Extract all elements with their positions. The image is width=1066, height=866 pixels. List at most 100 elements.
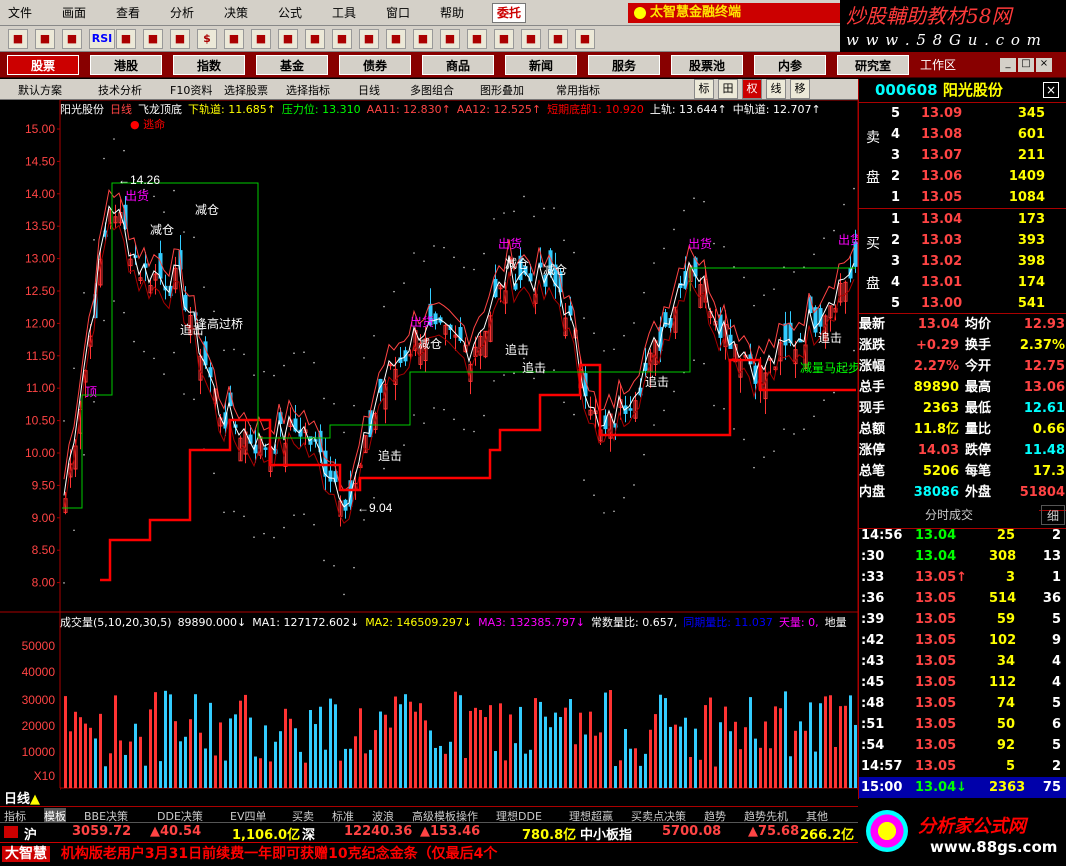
subbar-5[interactable]: 日线 [358,82,380,98]
entrust-button[interactable]: 委托 [492,3,526,23]
trade-row-10[interactable]: :54 13.05 92 5 [859,735,1066,756]
stat-row-6[interactable]: 涨停 14.03 跌停 11.48 [859,440,1066,461]
buy-row-4[interactable]: 5 13.00 541 [859,293,1066,314]
book2-icon[interactable]: ■ [521,29,541,49]
subbar-8[interactable]: 常用指标 [556,82,600,98]
ruler-icon[interactable]: ■ [170,29,190,49]
ticker-text[interactable]: 机构版老用户3月31日前续费一年即可获赠10克纪念金条（仅最后4个 [61,846,497,862]
stat-row-4[interactable]: 现手 2363 最低 12.61 [859,398,1066,419]
trade-row-0[interactable]: 14:56 13.04 25 2 [859,525,1066,546]
sell-row-2[interactable]: 3 13.07 211 [859,145,1066,166]
toggle-2[interactable]: 权 [742,79,762,99]
cd-icon[interactable]: ■ [413,29,433,49]
nav-10[interactable]: 研究室 [837,55,909,75]
dollar-icon[interactable]: $ [197,29,217,49]
stat-row-5[interactable]: 总额 11.8亿 量比 0.66 [859,419,1066,440]
nav-6[interactable]: 新闻 [505,55,577,75]
nav-5[interactable]: 商品 [422,55,494,75]
menu-8[interactable]: 帮助 [440,4,464,21]
open-icon[interactable]: ■ [8,29,28,49]
stat-row-2[interactable]: 涨幅 2.27% 今开 12.75 [859,356,1066,377]
sell-row-4[interactable]: 1 13.05 1084 [859,187,1066,208]
nav-7[interactable]: 服务 [588,55,660,75]
toggle-0[interactable]: 标 [694,79,714,99]
calc-icon[interactable]: ■ [305,29,325,49]
subbar-2[interactable]: F10资料 [170,82,212,98]
menu-4[interactable]: 决策 [224,4,248,21]
menu-0[interactable]: 文件 [8,4,32,21]
nav-0[interactable]: 股票 [7,55,79,75]
subbar-3[interactable]: 选择股票 [224,82,268,98]
buy-row-3[interactable]: 4 13.01 174 [859,272,1066,293]
alarm-icon[interactable]: ■ [359,29,379,49]
trade-row-11[interactable]: 14:57 13.05 5 2 [859,756,1066,777]
menu-2[interactable]: 查看 [116,4,140,21]
period-label[interactable]: 日线▲ [0,788,60,807]
table-icon[interactable]: ■ [116,29,136,49]
sell-row-0[interactable]: 5 13.09 345 [859,103,1066,124]
trade-row-5[interactable]: :42 13.05 102 9 [859,630,1066,651]
stat-row-0[interactable]: 最新 13.04 均价 12.93 [859,314,1066,335]
nav-1[interactable]: 港股 [90,55,162,75]
kline-chart[interactable]: 15.00 14.50 14.00 13.50 13.00 12.50 12.00 11.50… [0,100,858,790]
menu-1[interactable]: 画面 [62,4,86,21]
trade-row-6[interactable]: :43 13.05 34 4 [859,651,1066,672]
nav-2[interactable]: 指数 [173,55,245,75]
restore-button[interactable]: □ [1018,58,1034,72]
subbar-1[interactable]: 技术分析 [98,82,142,98]
buy-row-1[interactable]: 2 13.03 393 [859,230,1066,251]
notes-icon[interactable]: ■ [467,29,487,49]
trades-title[interactable]: 分时成交 [859,505,1039,525]
nav-9[interactable]: 内参 [754,55,826,75]
subbar-7[interactable]: 图形叠加 [480,82,524,98]
stat-row-3[interactable]: 总手 89890 最高 13.06 [859,377,1066,398]
sell-row-1[interactable]: 4 13.08 601 [859,124,1066,145]
close-panel-icon[interactable]: × [1043,82,1059,98]
disc-icon[interactable]: ■ [440,29,460,49]
help-icon[interactable]: ■ [575,29,595,49]
rsi-icon[interactable]: RSI [89,29,115,49]
trade-row-2[interactable]: :33 13.05↑ 3 1 [859,567,1066,588]
toggle-1[interactable]: 田 [718,79,738,99]
nav-8[interactable]: 股票池 [671,55,743,75]
trade-row-9[interactable]: :51 13.05 50 6 [859,714,1066,735]
nav-4[interactable]: 债券 [339,55,411,75]
subbar-4[interactable]: 选择指标 [286,82,330,98]
trades-tab[interactable]: 细 [1041,505,1065,525]
menu-6[interactable]: 工具 [332,4,356,21]
sell-row-3[interactable]: 2 13.06 1409 [859,166,1066,187]
stat-row-7[interactable]: 总笔 5206 每笔 17.3 [859,461,1066,482]
trade-row-8[interactable]: :48 13.05 74 5 [859,693,1066,714]
buy-row-0[interactable]: 1 13.04 173 [859,209,1066,230]
buy-row-2[interactable]: 3 13.02 398 [859,251,1066,272]
grid-icon[interactable]: ■ [62,29,82,49]
nav-3[interactable]: 基金 [256,55,328,75]
trade-row-7[interactable]: :45 13.05 112 4 [859,672,1066,693]
book-icon[interactable]: ■ [494,29,514,49]
volume-bar [719,722,722,788]
trend-icon[interactable]: ■ [251,29,271,49]
toggle-3[interactable]: 线 [766,79,786,99]
diamond-icon[interactable]: ■ [386,29,406,49]
menu-5[interactable]: 公式 [278,4,302,21]
flag-icon[interactable]: ■ [224,29,244,49]
trade-row-1[interactable]: :30 13.04 308 13 [859,546,1066,567]
edit-icon[interactable]: ■ [143,29,163,49]
close-button[interactable]: × [1036,58,1052,72]
subbar-6[interactable]: 多图组合 [410,82,454,98]
chart-icon[interactable]: ■ [35,29,55,49]
volume-bar [799,721,802,788]
stat-row-8[interactable]: 内盘 38086 外盘 51804 [859,482,1066,503]
binoculars-icon[interactable]: ■ [278,29,298,49]
menu-7[interactable]: 窗口 [386,4,410,21]
window-icon[interactable]: ■ [332,29,352,49]
subbar-0[interactable]: 默认方案 [18,82,62,98]
stat-row-1[interactable]: 涨跌 +0.29 换手 2.37% [859,335,1066,356]
trade-row-3[interactable]: :36 13.05 514 36 [859,588,1066,609]
bookmark-icon[interactable]: ■ [548,29,568,49]
menu-3[interactable]: 分析 [170,4,194,21]
trade-row-12[interactable]: 15:00 13.04↓ 2363 75 [859,777,1066,798]
trade-row-4[interactable]: :39 13.05 59 5 [859,609,1066,630]
toggle-4[interactable]: 移 [790,79,810,99]
minimize-button[interactable]: _ [1000,58,1016,72]
